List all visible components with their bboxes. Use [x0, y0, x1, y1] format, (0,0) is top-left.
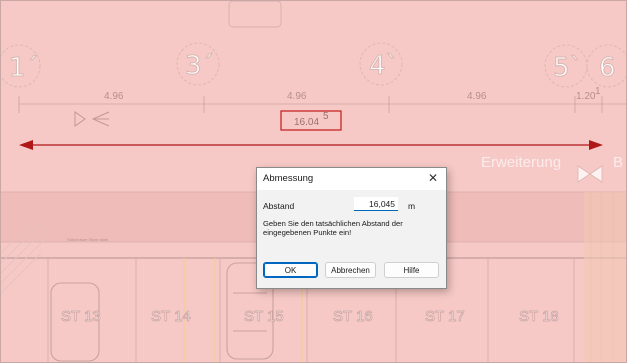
cancel-button[interactable]: Abbrechen [325, 262, 376, 278]
distance-label: Abstand [263, 201, 295, 211]
stall-label-st14: ST 14 [151, 308, 191, 325]
unit-label: m [408, 201, 416, 211]
axis-label-4: 4` [369, 51, 399, 81]
ok-button[interactable]: OK [263, 262, 318, 278]
direction-symbol [74, 111, 110, 127]
dimension-label-1: 4.96 [104, 91, 124, 102]
dimension-sup: 1 [595, 86, 601, 97]
stall-label-st16: ST 16 [333, 308, 373, 325]
wood-strip-right [584, 192, 626, 362]
help-button[interactable]: Hilfe [384, 262, 439, 278]
distance-input[interactable] [354, 197, 398, 211]
axis-label-5: 5` [553, 53, 583, 83]
dimension-label-3: 4.96 [467, 91, 487, 102]
stall-label-st15: ST 15 [244, 308, 284, 325]
stall-label-st17: ST 17 [425, 308, 465, 325]
partial-label: B [613, 154, 623, 171]
axis-label-1: 1´ [9, 53, 39, 83]
measured-value: 16.04 [294, 117, 319, 128]
instruction-text: Geben Sie den tatsächlichen Abstand der … [263, 219, 403, 237]
close-icon[interactable]: ✕ [426, 171, 440, 185]
measured-sup: 5 [323, 111, 329, 122]
axis-label-6: 6 [599, 53, 616, 83]
dimension-label-2: 4.96 [287, 91, 307, 102]
dialog-title: Abmessung [263, 173, 314, 184]
stall-label-st13: ST 13 [61, 308, 101, 325]
axis-label-3: 3´ [185, 51, 215, 81]
measurement-dialog: Abmessung ✕ Abstand m Geben Sie den tats… [256, 167, 447, 289]
measure-arrow [19, 140, 603, 150]
car-outline-top [228, 1, 282, 28]
dimension-label-4: 1.20 [576, 91, 596, 102]
extension-label: Erweiterung [481, 154, 561, 171]
wall-note: Stützmauer 50cm stark [67, 237, 108, 242]
dialog-titlebar[interactable]: Abmessung ✕ [257, 168, 446, 190]
cad-viewport[interactable]: 1´ 3´ 4` 5` 6 4.96 4.96 4.96 1.20 1 16.0… [0, 0, 627, 363]
stall-label-st18: ST 18 [519, 308, 559, 325]
valve-symbol [577, 165, 603, 183]
